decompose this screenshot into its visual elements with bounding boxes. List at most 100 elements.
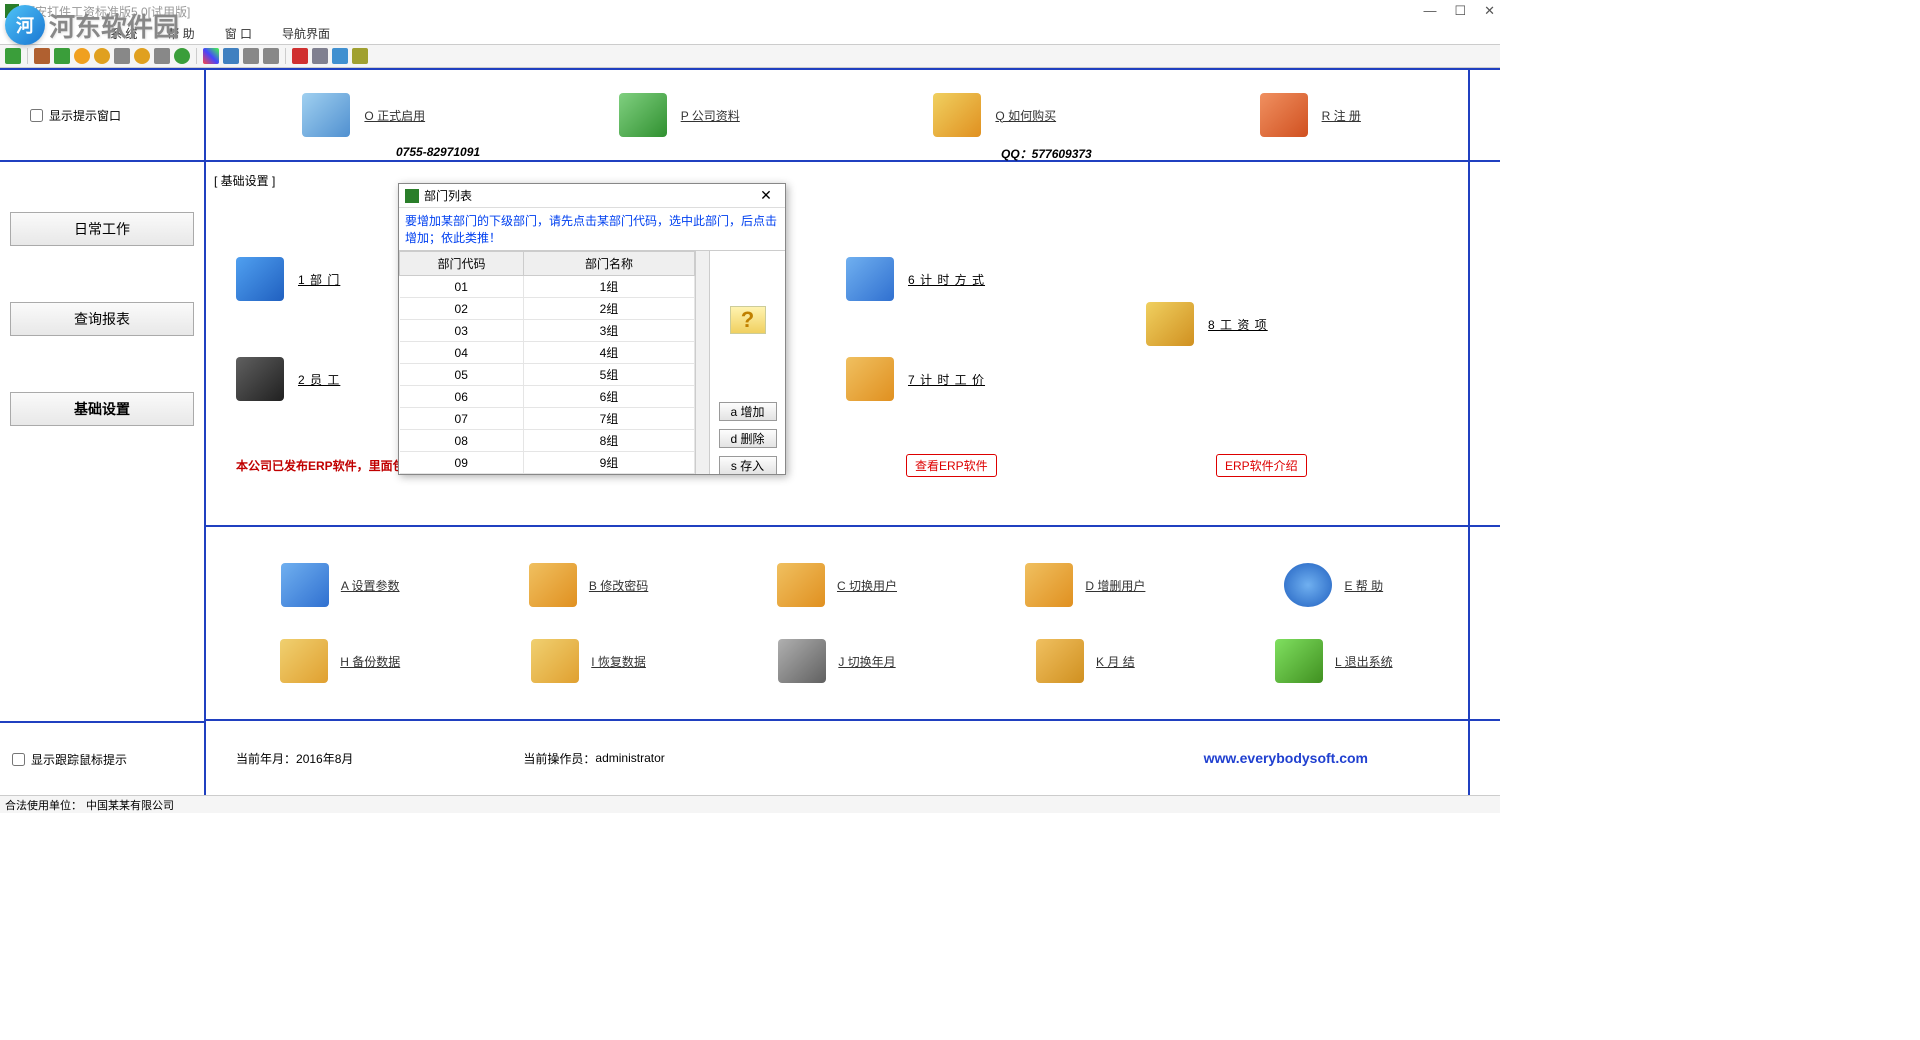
tool-icon[interactable]: [292, 48, 308, 64]
tool-icon[interactable]: [34, 48, 50, 64]
maximize-button[interactable]: ☐: [1454, 3, 1466, 19]
price-icon: [846, 357, 894, 401]
table-row[interactable]: 055组: [400, 364, 695, 386]
tool-icon[interactable]: [154, 48, 170, 64]
show-mouse-checkbox[interactable]: 显示跟踪鼠标提示: [12, 751, 127, 768]
help-icon: [1284, 563, 1332, 607]
titlebar: 顺安打件工资标准版5.0[试用版] — ☐ ✕: [0, 0, 1500, 22]
add-button[interactable]: a 增加: [719, 402, 777, 421]
nav-switch-user[interactable]: C 切换用户: [713, 547, 961, 623]
phone-label: 0755-82971091: [396, 145, 480, 159]
table-row[interactable]: 044组: [400, 342, 695, 364]
table-row[interactable]: 033组: [400, 320, 695, 342]
erp-view-button[interactable]: 查看ERP软件: [906, 454, 997, 477]
tool-icon[interactable]: [223, 48, 239, 64]
nav-settings[interactable]: A 设置参数: [216, 547, 464, 623]
dialog-close-button[interactable]: ✕: [753, 186, 779, 206]
nav-password[interactable]: B 修改密码: [464, 547, 712, 623]
buy-icon: [933, 93, 981, 137]
nav-timing-method[interactable]: 6 计 时 方 式: [846, 257, 985, 301]
tool-icon[interactable]: [94, 48, 110, 64]
menu-nav[interactable]: 导航界面: [282, 25, 330, 42]
section-title: [ 基础设置 ]: [208, 164, 281, 197]
table-row[interactable]: 077组: [400, 408, 695, 430]
table-row[interactable]: 099组: [400, 452, 695, 474]
sidebar-btn-daily[interactable]: 日常工作: [10, 212, 194, 246]
exit-icon: [1275, 639, 1323, 683]
ym-label: 当前年月：: [236, 750, 296, 767]
tool-icon[interactable]: [174, 48, 190, 64]
menubar: 系 统 帮 助 窗 口 导航界面: [0, 22, 1500, 44]
close-button[interactable]: ✕: [1484, 3, 1495, 19]
nav-exit[interactable]: L 退出系统: [1210, 623, 1458, 699]
nav-backup[interactable]: H 备份数据: [216, 623, 464, 699]
nav-manage-user[interactable]: D 增删用户: [961, 547, 1209, 623]
dialog-title: 部门列表: [424, 187, 472, 204]
tool-icon[interactable]: [54, 48, 70, 64]
calendar-icon: [778, 639, 826, 683]
nav-salary-item[interactable]: 8 工 资 项: [1146, 302, 1268, 346]
statusbar: 合法使用单位：中国某某有限公司: [0, 795, 1500, 813]
timing-icon: [846, 257, 894, 301]
erp-intro-button[interactable]: ERP软件介绍: [1216, 454, 1307, 477]
nav-buy[interactable]: Q 如何购买: [837, 70, 1153, 160]
nav-timing-price[interactable]: 7 计 时 工 价: [846, 357, 985, 401]
menu-window[interactable]: 窗 口: [225, 25, 252, 42]
nav-help[interactable]: E 帮 助: [1210, 547, 1458, 623]
employee-icon: [236, 357, 284, 401]
nav-company[interactable]: P 公司资料: [522, 70, 838, 160]
department-list-dialog: 部门列表 ✕ 要增加某部门的下级部门，请先点击某部门代码，选中此部门，后点击增加…: [398, 183, 786, 475]
table-row[interactable]: 1010组: [400, 474, 695, 475]
tool-icon[interactable]: [332, 48, 348, 64]
save-button[interactable]: s 存入: [719, 456, 777, 474]
toolbar: [0, 44, 1500, 68]
nav-department[interactable]: 1 部 门: [236, 257, 340, 301]
delete-button[interactable]: d 删除: [719, 429, 777, 448]
nav-register[interactable]: R 注 册: [1153, 70, 1469, 160]
dialog-help-icon[interactable]: ?: [730, 306, 766, 334]
op-value: administrator: [595, 751, 664, 765]
sidebar-btn-report[interactable]: 查询报表: [10, 302, 194, 336]
footer-url[interactable]: www.everybodysoft.com: [1204, 750, 1368, 766]
sidebar-btn-basic[interactable]: 基础设置: [10, 392, 194, 426]
register-icon: [1260, 93, 1308, 137]
minimize-button[interactable]: —: [1423, 3, 1436, 19]
department-table[interactable]: 部门代码 部门名称 011组022组033组044组055组066组077组08…: [399, 251, 696, 474]
dialog-hint: 要增加某部门的下级部门，请先点击某部门代码，选中此部门，后点击增加；依此类推！: [399, 208, 785, 251]
scrollbar[interactable]: [696, 251, 710, 474]
table-row[interactable]: 011组: [400, 276, 695, 298]
users-icon: [1025, 563, 1073, 607]
ym-value: 2016年8月: [296, 750, 353, 767]
activate-icon: [302, 93, 350, 137]
restore-icon: [531, 639, 579, 683]
watermark-logo: 河 河东软件园: [5, 5, 179, 45]
password-icon: [529, 563, 577, 607]
show-hint-checkbox[interactable]: 显示提示窗口: [30, 107, 121, 124]
tool-icon[interactable]: [352, 48, 368, 64]
nav-month-close[interactable]: K 月 结: [961, 623, 1209, 699]
tool-icon[interactable]: [5, 48, 21, 64]
company-icon: [619, 93, 667, 137]
salary-icon: [1146, 302, 1194, 346]
tool-icon[interactable]: [74, 48, 90, 64]
tool-icon[interactable]: [243, 48, 259, 64]
backup-icon: [280, 639, 328, 683]
tool-icon[interactable]: [203, 48, 219, 64]
tool-icon[interactable]: [134, 48, 150, 64]
table-row[interactable]: 088组: [400, 430, 695, 452]
op-label: 当前操作员：: [523, 750, 595, 767]
col-code: 部门代码: [400, 252, 524, 276]
settings-icon: [281, 563, 329, 607]
dialog-icon: [405, 189, 419, 203]
tool-icon[interactable]: [263, 48, 279, 64]
nav-switch-ym[interactable]: J 切换年月: [713, 623, 961, 699]
tool-icon[interactable]: [114, 48, 130, 64]
table-row[interactable]: 022组: [400, 298, 695, 320]
nav-employee[interactable]: 2 员 工: [236, 357, 340, 401]
table-row[interactable]: 066组: [400, 386, 695, 408]
tool-icon[interactable]: [312, 48, 328, 64]
nav-restore[interactable]: I 恢复数据: [464, 623, 712, 699]
department-icon: [236, 257, 284, 301]
qq-label: QQ：577609373: [1001, 145, 1092, 162]
col-name: 部门名称: [523, 252, 694, 276]
